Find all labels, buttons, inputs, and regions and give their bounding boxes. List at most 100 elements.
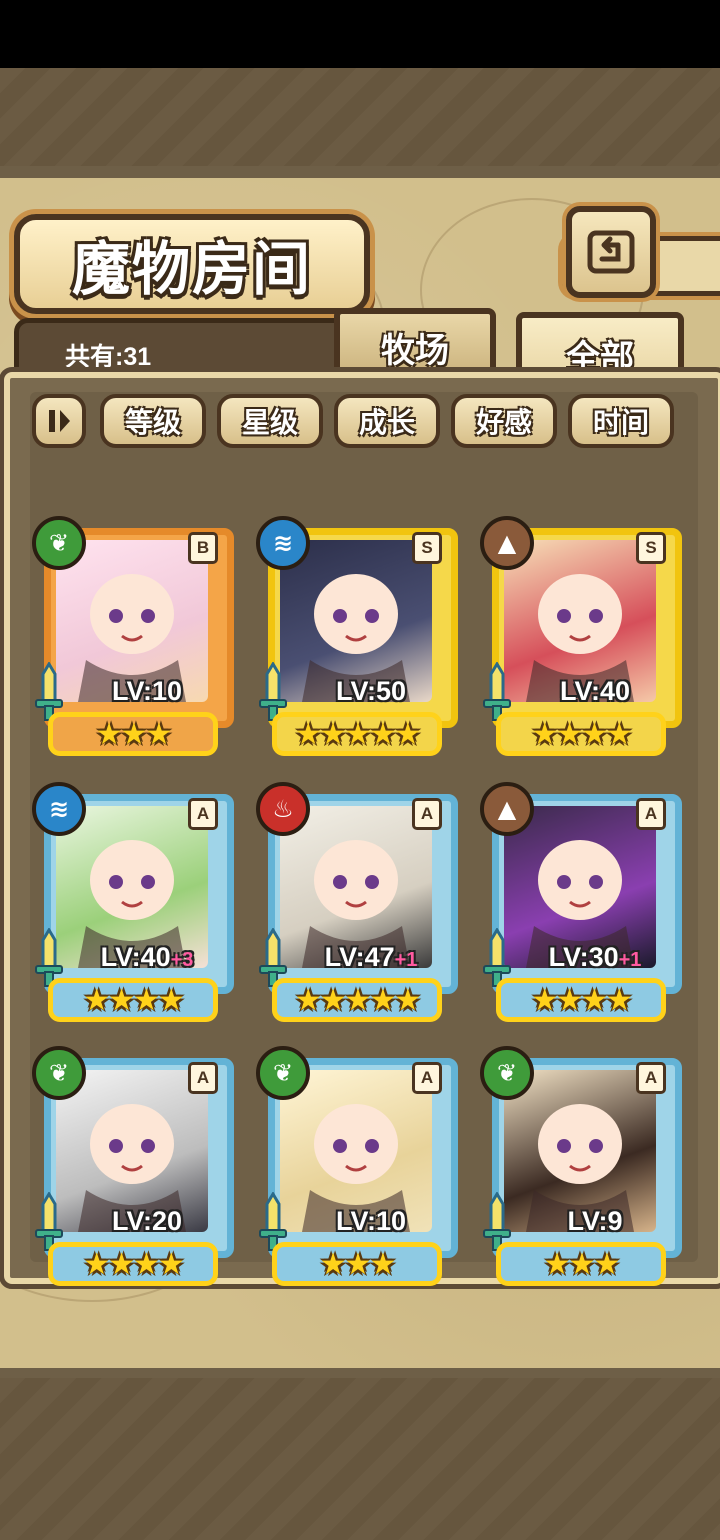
leaf-element-icon: ❦ [32, 1046, 86, 1100]
leaf-element-icon: ❦ [480, 1046, 534, 1100]
level-label: LV:30+1 [520, 942, 670, 973]
level-value: LV:20 [111, 1206, 183, 1236]
tab-ranch[interactable]: 牧场 [334, 308, 496, 380]
star-icon: ★ [593, 1246, 620, 1282]
pause-sort-icon [49, 410, 70, 432]
star-icon: ★ [605, 982, 633, 1018]
monster-card[interactable]: A ≋ LV:40+3 ★ ★ ★ ★ [32, 782, 234, 1024]
rank-badge: A [412, 798, 442, 830]
monster-card[interactable]: A ❦ LV:9 ★ ★ ★ [480, 1046, 682, 1288]
star-icon: ★ [95, 716, 123, 752]
star-icon: ★ [294, 716, 322, 752]
filter-growth-label: 成长 [358, 406, 415, 439]
top-decor-strip [0, 68, 720, 166]
earth-element-icon: ▲ [480, 782, 534, 836]
star-rating: ★ ★ ★ ★ [496, 978, 666, 1022]
star-icon: ★ [108, 982, 135, 1018]
star-icon: ★ [157, 982, 185, 1018]
star-icon: ★ [568, 1246, 596, 1282]
level-value: LV:47 [324, 942, 395, 972]
filter-level-label: 等级 [124, 406, 181, 439]
page-title: 魔物房间 [71, 235, 312, 303]
level-label: LV:10 [296, 1206, 446, 1237]
level-value: LV:10 [335, 1206, 407, 1236]
sort-filter-bar: 等级 星级 成长 好感 时间 [32, 394, 692, 448]
star-icon: ★ [369, 982, 396, 1018]
star-icon: ★ [133, 982, 160, 1018]
star-icon: ★ [108, 1246, 135, 1282]
star-icon: ★ [319, 982, 347, 1018]
star-icon: ★ [133, 1246, 160, 1282]
level-value: LV:40 [559, 676, 631, 706]
rank-badge: B [188, 532, 218, 564]
rank-badge: S [636, 532, 666, 564]
star-rating: ★ ★ ★ [272, 1242, 442, 1286]
monster-card[interactable]: A ♨ LV:47+1 ★ ★ ★ ★ ★ [256, 782, 458, 1024]
rank-badge: A [412, 1062, 442, 1094]
star-icon: ★ [556, 716, 583, 752]
filter-stars-label: 星级 [241, 406, 298, 439]
rank-badge: A [636, 798, 666, 830]
rank-badge: A [188, 1062, 218, 1094]
level-label: LV:20 [72, 1206, 222, 1237]
star-icon: ★ [120, 716, 148, 752]
collection-count: 共有:31 [65, 343, 152, 371]
level-label: LV:40+3 [72, 942, 222, 973]
level-bonus: +3 [170, 949, 194, 971]
star-icon: ★ [344, 982, 372, 1018]
filter-affection[interactable]: 好感 [451, 394, 557, 448]
monster-card[interactable]: S ▲ LV:40 ★ ★ ★ ★ [480, 516, 682, 758]
star-icon: ★ [394, 982, 421, 1018]
star-icon: ★ [581, 716, 608, 752]
level-value: LV:50 [335, 676, 407, 706]
level-value: LV:9 [567, 1206, 623, 1236]
back-arrow-icon [587, 230, 635, 274]
star-icon: ★ [294, 982, 322, 1018]
filter-time-label: 时间 [592, 406, 649, 439]
status-bar [0, 0, 720, 68]
level-bonus: +1 [394, 949, 418, 971]
monster-card[interactable]: A ❦ LV:20 ★ ★ ★ ★ [32, 1046, 234, 1288]
tab-ranch-label: 牧场 [381, 330, 449, 371]
star-rating: ★ ★ ★ [496, 1242, 666, 1286]
star-icon: ★ [319, 1246, 347, 1282]
monster-card[interactable]: A ❦ LV:10 ★ ★ ★ [256, 1046, 458, 1288]
star-icon: ★ [344, 1246, 372, 1282]
monster-card[interactable]: A ▲ LV:30+1 ★ ★ ★ ★ [480, 782, 682, 1024]
sort-order-toggle[interactable] [32, 394, 86, 448]
filter-level[interactable]: 等级 [100, 394, 206, 448]
star-rating: ★ ★ ★ [48, 712, 218, 756]
star-icon: ★ [531, 982, 558, 1018]
level-value: LV:40 [100, 942, 171, 972]
star-icon: ★ [581, 982, 608, 1018]
filter-growth[interactable]: 成长 [334, 394, 440, 448]
earth-element-icon: ▲ [480, 516, 534, 570]
level-label: LV:9 [520, 1206, 670, 1237]
star-icon: ★ [145, 716, 172, 752]
level-label: LV:40 [520, 676, 670, 707]
fire-element-icon: ♨ [256, 782, 310, 836]
star-icon: ★ [394, 716, 421, 752]
bottom-decor-strip [0, 1378, 720, 1540]
star-icon: ★ [319, 716, 347, 752]
star-rating: ★ ★ ★ ★ [496, 712, 666, 756]
star-icon: ★ [605, 716, 633, 752]
monster-card[interactable]: B ❦ LV:10 ★ ★ ★ [32, 516, 234, 758]
leaf-element-icon: ❦ [256, 1046, 310, 1100]
filter-affection-label: 好感 [475, 406, 532, 439]
star-icon: ★ [556, 982, 583, 1018]
filter-stars[interactable]: 星级 [217, 394, 323, 448]
level-value: LV:10 [111, 676, 183, 706]
level-label: LV:47+1 [296, 942, 446, 973]
star-icon: ★ [344, 716, 372, 752]
star-rating: ★ ★ ★ ★ [48, 1242, 218, 1286]
water-element-icon: ≋ [256, 516, 310, 570]
back-button[interactable] [566, 206, 656, 298]
rank-badge: A [188, 798, 218, 830]
monster-card[interactable]: S ≋ LV:50 ★ ★ ★ ★ ★ [256, 516, 458, 758]
star-icon: ★ [531, 716, 558, 752]
level-label: LV:50 [296, 676, 446, 707]
star-rating: ★ ★ ★ ★ ★ [272, 712, 442, 756]
filter-time[interactable]: 时间 [568, 394, 674, 448]
star-icon: ★ [83, 1246, 110, 1282]
